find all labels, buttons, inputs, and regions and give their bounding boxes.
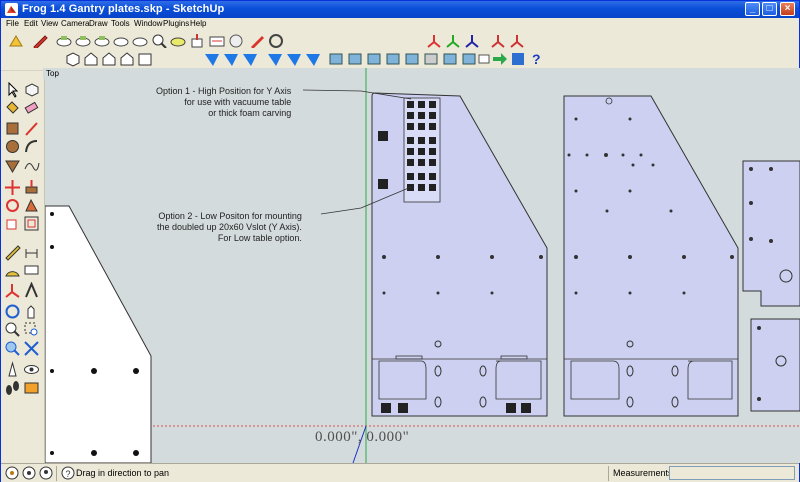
arrow-blue-icon-6[interactable] <box>304 50 322 68</box>
line-icon[interactable] <box>23 120 40 137</box>
user-icon[interactable] <box>39 466 53 480</box>
push-pull-icon[interactable] <box>23 179 40 196</box>
gantry-plate-2 <box>563 95 739 417</box>
menu-help[interactable]: Help <box>190 18 206 30</box>
geo-location-icon[interactable] <box>5 466 19 480</box>
sketchup-app-icon <box>5 3 18 16</box>
annotation-2-line-3: For Low table option. <box>217 233 302 243</box>
orbit-icon[interactable] <box>4 303 21 320</box>
position-camera-icon[interactable] <box>4 361 21 378</box>
svg-text:?: ? <box>66 469 71 479</box>
layers-icon-3[interactable] <box>365 50 383 68</box>
annotation-1-line-3: or thick foam carving <box>208 108 292 118</box>
eraser-icon[interactable] <box>23 99 40 116</box>
menu-bar: File Edit View Camera Draw Tools Window … <box>1 18 799 30</box>
layers-icon-1[interactable] <box>327 50 345 68</box>
menu-camera[interactable]: Camera <box>61 18 89 30</box>
white-plate <box>45 205 152 463</box>
annotation-1-line-2: for use with vacuume table <box>184 97 292 107</box>
annotation-option-1: Option 1 - High Position for Y Axis for … <box>156 86 291 119</box>
scale-icon[interactable] <box>4 215 21 232</box>
menu-view[interactable]: View <box>41 18 58 30</box>
zoom-icon[interactable] <box>4 321 21 338</box>
gantry-plate-3 <box>742 160 800 307</box>
arrow-blue-icon-3[interactable] <box>241 50 259 68</box>
status-separator <box>56 466 57 481</box>
svg-text:?: ? <box>532 51 541 67</box>
tape-measure-icon[interactable] <box>4 244 21 261</box>
freehand-icon[interactable] <box>23 157 40 174</box>
arrow-blue-icon-4[interactable] <box>266 50 284 68</box>
help-circle-icon[interactable]: ? <box>61 466 75 480</box>
circle-icon[interactable] <box>4 138 21 155</box>
text-icon[interactable] <box>23 263 40 280</box>
layers-icon-5[interactable] <box>403 50 421 68</box>
status-bar: ? Drag in direction to pan Measurements <box>1 463 799 482</box>
rotate-icon[interactable] <box>4 197 21 214</box>
dimension-icon[interactable] <box>23 244 40 261</box>
make-component-icon[interactable] <box>23 81 40 98</box>
measurement-readout: 0.000", 0.000" <box>315 429 410 445</box>
annotation-2-line-2: the doubled up 20x60 Vslot (Y Axis). <box>157 222 302 232</box>
drawing-viewport[interactable]: Option 1 - High Position for Y Axis for … <box>45 68 800 463</box>
maximize-button[interactable]: □ <box>762 2 777 16</box>
layers-icon-7[interactable] <box>441 50 459 68</box>
arrow-blue-icon-5[interactable] <box>285 50 303 68</box>
green-arrow-icon[interactable] <box>491 50 509 68</box>
move-icon[interactable] <box>4 179 21 196</box>
follow-me-icon[interactable] <box>23 197 40 214</box>
gantry-plate-1 <box>371 92 548 417</box>
right-view-icon[interactable] <box>118 50 136 68</box>
close-button[interactable]: × <box>780 2 795 16</box>
iso-view-icon[interactable] <box>64 50 82 68</box>
status-hint: Drag in direction to pan <box>76 468 170 478</box>
arrow-blue-icon-1[interactable] <box>203 50 221 68</box>
axes-icon[interactable] <box>4 282 21 299</box>
menu-file[interactable]: File <box>6 18 19 30</box>
arrow-blue-icon-2[interactable] <box>222 50 240 68</box>
status-separator-2 <box>608 466 609 481</box>
help-icon[interactable]: ? <box>527 50 545 68</box>
look-around-icon[interactable] <box>23 361 40 378</box>
layers-icon-4[interactable] <box>384 50 402 68</box>
scene-label: Top <box>43 68 62 79</box>
tools-palette <box>1 78 45 463</box>
3d-text-icon[interactable] <box>23 282 40 299</box>
menu-window[interactable]: Window <box>134 18 162 30</box>
offset-icon[interactable] <box>23 215 40 232</box>
minimize-button[interactable]: _ <box>745 2 760 16</box>
select-icon[interactable] <box>4 81 21 98</box>
model-drawing <box>45 68 800 463</box>
measurements-label: Measurements <box>613 468 673 478</box>
measurements-input[interactable] <box>669 466 795 480</box>
top-view-icon[interactable] <box>82 50 100 68</box>
layers-icon-6[interactable] <box>422 50 440 68</box>
section-plane-icon[interactable] <box>23 379 40 396</box>
title-bar[interactable]: Frog 1.4 Gantry plates.skp - SketchUp _ … <box>1 1 799 18</box>
polygon-icon[interactable] <box>4 157 21 174</box>
layers-icon-2[interactable] <box>346 50 364 68</box>
annotation-option-2: Option 2 - Low Positon for mounting the … <box>157 211 302 244</box>
zoom-extents-icon[interactable] <box>4 340 21 357</box>
front-view-icon[interactable] <box>100 50 118 68</box>
rectangle-icon[interactable] <box>4 120 21 137</box>
back-view-icon[interactable] <box>136 50 154 68</box>
window-title: Frog 1.4 Gantry plates.skp - SketchUp <box>22 3 225 15</box>
pan-icon[interactable] <box>23 303 40 320</box>
annotation-1-line-1: Option 1 - High Position for Y Axis <box>156 86 292 96</box>
annotation-2-line-1: Option 2 - Low Positon for mounting <box>158 211 302 221</box>
credits-icon[interactable] <box>22 466 36 480</box>
menu-plugins[interactable]: Plugins <box>163 18 189 30</box>
refresh-icon[interactable] <box>509 50 527 68</box>
paint-bucket-icon[interactable] <box>4 99 21 116</box>
menu-tools[interactable]: Tools <box>111 18 130 30</box>
protractor-icon[interactable] <box>4 263 21 280</box>
sketchup-window: Frog 1.4 Gantry plates.skp - SketchUp _ … <box>0 0 800 482</box>
arc-icon[interactable] <box>23 138 40 155</box>
walk-icon[interactable] <box>4 379 21 396</box>
menu-draw[interactable]: Draw <box>89 18 108 30</box>
menu-edit[interactable]: Edit <box>24 18 38 30</box>
zoom-window-icon[interactable] <box>23 321 40 338</box>
previous-view-icon[interactable] <box>23 340 40 357</box>
